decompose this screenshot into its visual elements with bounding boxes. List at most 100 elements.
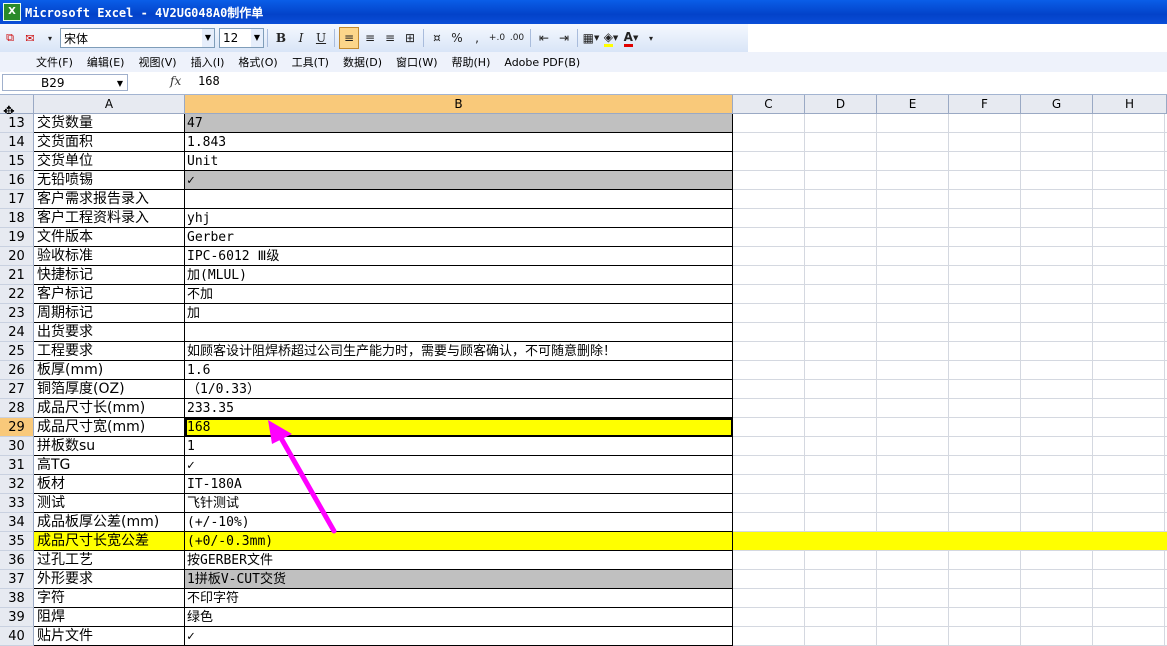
cell-a[interactable]: 无铅喷锡 xyxy=(34,171,185,190)
menu-edit[interactable]: 编辑(E) xyxy=(87,54,125,70)
cell-a[interactable]: 过孔工艺 xyxy=(34,551,185,570)
cell-a[interactable]: 板材 xyxy=(34,475,185,494)
font-name-select[interactable]: 宋体 ▼ xyxy=(60,28,215,48)
column-header-g[interactable]: G xyxy=(1021,95,1093,113)
row-header[interactable]: 21 xyxy=(0,266,34,285)
cell-b[interactable]: 不加 xyxy=(185,285,733,304)
align-right-button[interactable]: ≡ xyxy=(381,28,399,48)
cell-a[interactable]: 成品尺寸宽(mm) xyxy=(34,418,185,437)
column-header-d[interactable]: D xyxy=(805,95,877,113)
empty-cells[interactable] xyxy=(733,627,1167,646)
align-left-button[interactable]: ≡ xyxy=(339,27,359,49)
name-box[interactable]: B29 ▼ xyxy=(2,74,128,91)
menu-insert[interactable]: 插入(I) xyxy=(191,54,225,70)
cell-b[interactable]: yhj xyxy=(185,209,733,228)
column-header-e[interactable]: E xyxy=(877,95,949,113)
column-header-f[interactable]: F xyxy=(949,95,1021,113)
row-header[interactable]: 29 xyxy=(0,418,34,437)
cell-a[interactable]: 外形要求 xyxy=(34,570,185,589)
fill-color-button[interactable]: ◈ ▼ xyxy=(602,28,620,48)
increase-indent-button[interactable]: ⇥ xyxy=(555,28,573,48)
row-header[interactable]: 35 xyxy=(0,532,34,551)
row-header[interactable]: 20 xyxy=(0,247,34,266)
row-header[interactable]: 25 xyxy=(0,342,34,361)
cell-a[interactable]: 周期标记 xyxy=(34,304,185,323)
cell-a[interactable]: 出货要求 xyxy=(34,323,185,342)
row-header[interactable]: 38 xyxy=(0,589,34,608)
cell-b[interactable]: 绿色 xyxy=(185,608,733,627)
menu-adobe-pdf[interactable]: Adobe PDF(B) xyxy=(504,56,580,69)
pdf-email-icon[interactable]: ✉ xyxy=(21,28,39,48)
font-color-button[interactable]: A ▼ xyxy=(622,28,640,48)
empty-cells[interactable] xyxy=(733,437,1167,456)
row-header[interactable]: 32 xyxy=(0,475,34,494)
chevron-down-icon[interactable]: ▼ xyxy=(117,75,123,92)
bold-button[interactable]: B xyxy=(272,28,290,48)
row-header[interactable]: 17 xyxy=(0,190,34,209)
empty-cells[interactable] xyxy=(733,152,1167,171)
cell-a[interactable]: 文件版本 xyxy=(34,228,185,247)
cell-b[interactable]: IT-180A xyxy=(185,475,733,494)
row-header[interactable]: 24 xyxy=(0,323,34,342)
row-header[interactable]: 28 xyxy=(0,399,34,418)
borders-button[interactable]: ▦ ▼ xyxy=(582,28,600,48)
empty-cells[interactable] xyxy=(733,551,1167,570)
formula-input[interactable]: 168 xyxy=(198,74,220,88)
row-header[interactable]: 22 xyxy=(0,285,34,304)
empty-cells[interactable] xyxy=(733,114,1167,133)
pdf-convert-icon[interactable]: ⧉ xyxy=(1,28,19,48)
function-icon[interactable]: fx xyxy=(170,74,181,88)
row-header[interactable]: 14 xyxy=(0,133,34,152)
cell-b[interactable]: 不印字符 xyxy=(185,589,733,608)
menu-tools[interactable]: 工具(T) xyxy=(292,54,329,70)
cell-b[interactable]: (+0/-0.3mm) xyxy=(185,532,733,551)
cell-a[interactable]: 阻焊 xyxy=(34,608,185,627)
row-header[interactable]: 18 xyxy=(0,209,34,228)
underline-button[interactable]: U xyxy=(312,28,330,48)
empty-cells[interactable] xyxy=(733,323,1167,342)
cell-b[interactable]: 168 xyxy=(185,418,733,437)
menu-data[interactable]: 数据(D) xyxy=(343,54,382,70)
menu-file[interactable]: 文件(F) xyxy=(36,54,73,70)
column-header-a[interactable]: A xyxy=(34,95,185,113)
column-header-b[interactable]: B xyxy=(185,95,733,113)
cell-a[interactable]: 客户需求报告录入 xyxy=(34,190,185,209)
increase-decimal-button[interactable]: +.0 xyxy=(488,28,506,48)
cell-b[interactable] xyxy=(185,323,733,342)
row-header[interactable]: 34 xyxy=(0,513,34,532)
empty-cells[interactable] xyxy=(733,513,1167,532)
empty-cells[interactable] xyxy=(733,418,1167,437)
toolbar-options-icon[interactable]: ▾ xyxy=(41,28,59,48)
cell-a[interactable]: 交货单位 xyxy=(34,152,185,171)
cell-b[interactable]: Gerber xyxy=(185,228,733,247)
cell-b[interactable]: 1.843 xyxy=(185,133,733,152)
row-header[interactable]: 27 xyxy=(0,380,34,399)
percent-button[interactable]: % xyxy=(448,28,466,48)
empty-cells[interactable] xyxy=(733,399,1167,418)
cell-b[interactable]: 233.35 xyxy=(185,399,733,418)
menu-view[interactable]: 视图(V) xyxy=(138,54,176,70)
cell-a[interactable]: 成品尺寸长(mm) xyxy=(34,399,185,418)
row-header[interactable]: 37 xyxy=(0,570,34,589)
cell-a[interactable]: 工程要求 xyxy=(34,342,185,361)
comma-style-button[interactable]: , xyxy=(468,28,486,48)
cell-a[interactable]: 成品尺寸长宽公差 xyxy=(34,532,185,551)
font-size-select[interactable]: 12 ▼ xyxy=(219,28,264,48)
empty-cells[interactable] xyxy=(733,570,1167,589)
cell-a[interactable]: 贴片文件 xyxy=(34,627,185,646)
cell-b[interactable]: （1/0.33） xyxy=(185,380,733,399)
column-header-h[interactable]: H xyxy=(1093,95,1167,113)
row-header[interactable]: 19 xyxy=(0,228,34,247)
row-header[interactable]: 23 xyxy=(0,304,34,323)
cell-b[interactable]: 1.6 xyxy=(185,361,733,380)
row-header[interactable]: 26 xyxy=(0,361,34,380)
cell-b[interactable]: ✓ xyxy=(185,627,733,646)
empty-cells[interactable] xyxy=(733,247,1167,266)
row-header[interactable]: 30 xyxy=(0,437,34,456)
cell-b[interactable]: ✓ xyxy=(185,171,733,190)
cell-a[interactable]: 验收标准 xyxy=(34,247,185,266)
cell-a[interactable]: 高TG xyxy=(34,456,185,475)
menu-format[interactable]: 格式(O) xyxy=(238,54,277,70)
row-header[interactable]: 13 xyxy=(0,114,34,133)
cell-a[interactable]: 铜箔厚度(OZ) xyxy=(34,380,185,399)
